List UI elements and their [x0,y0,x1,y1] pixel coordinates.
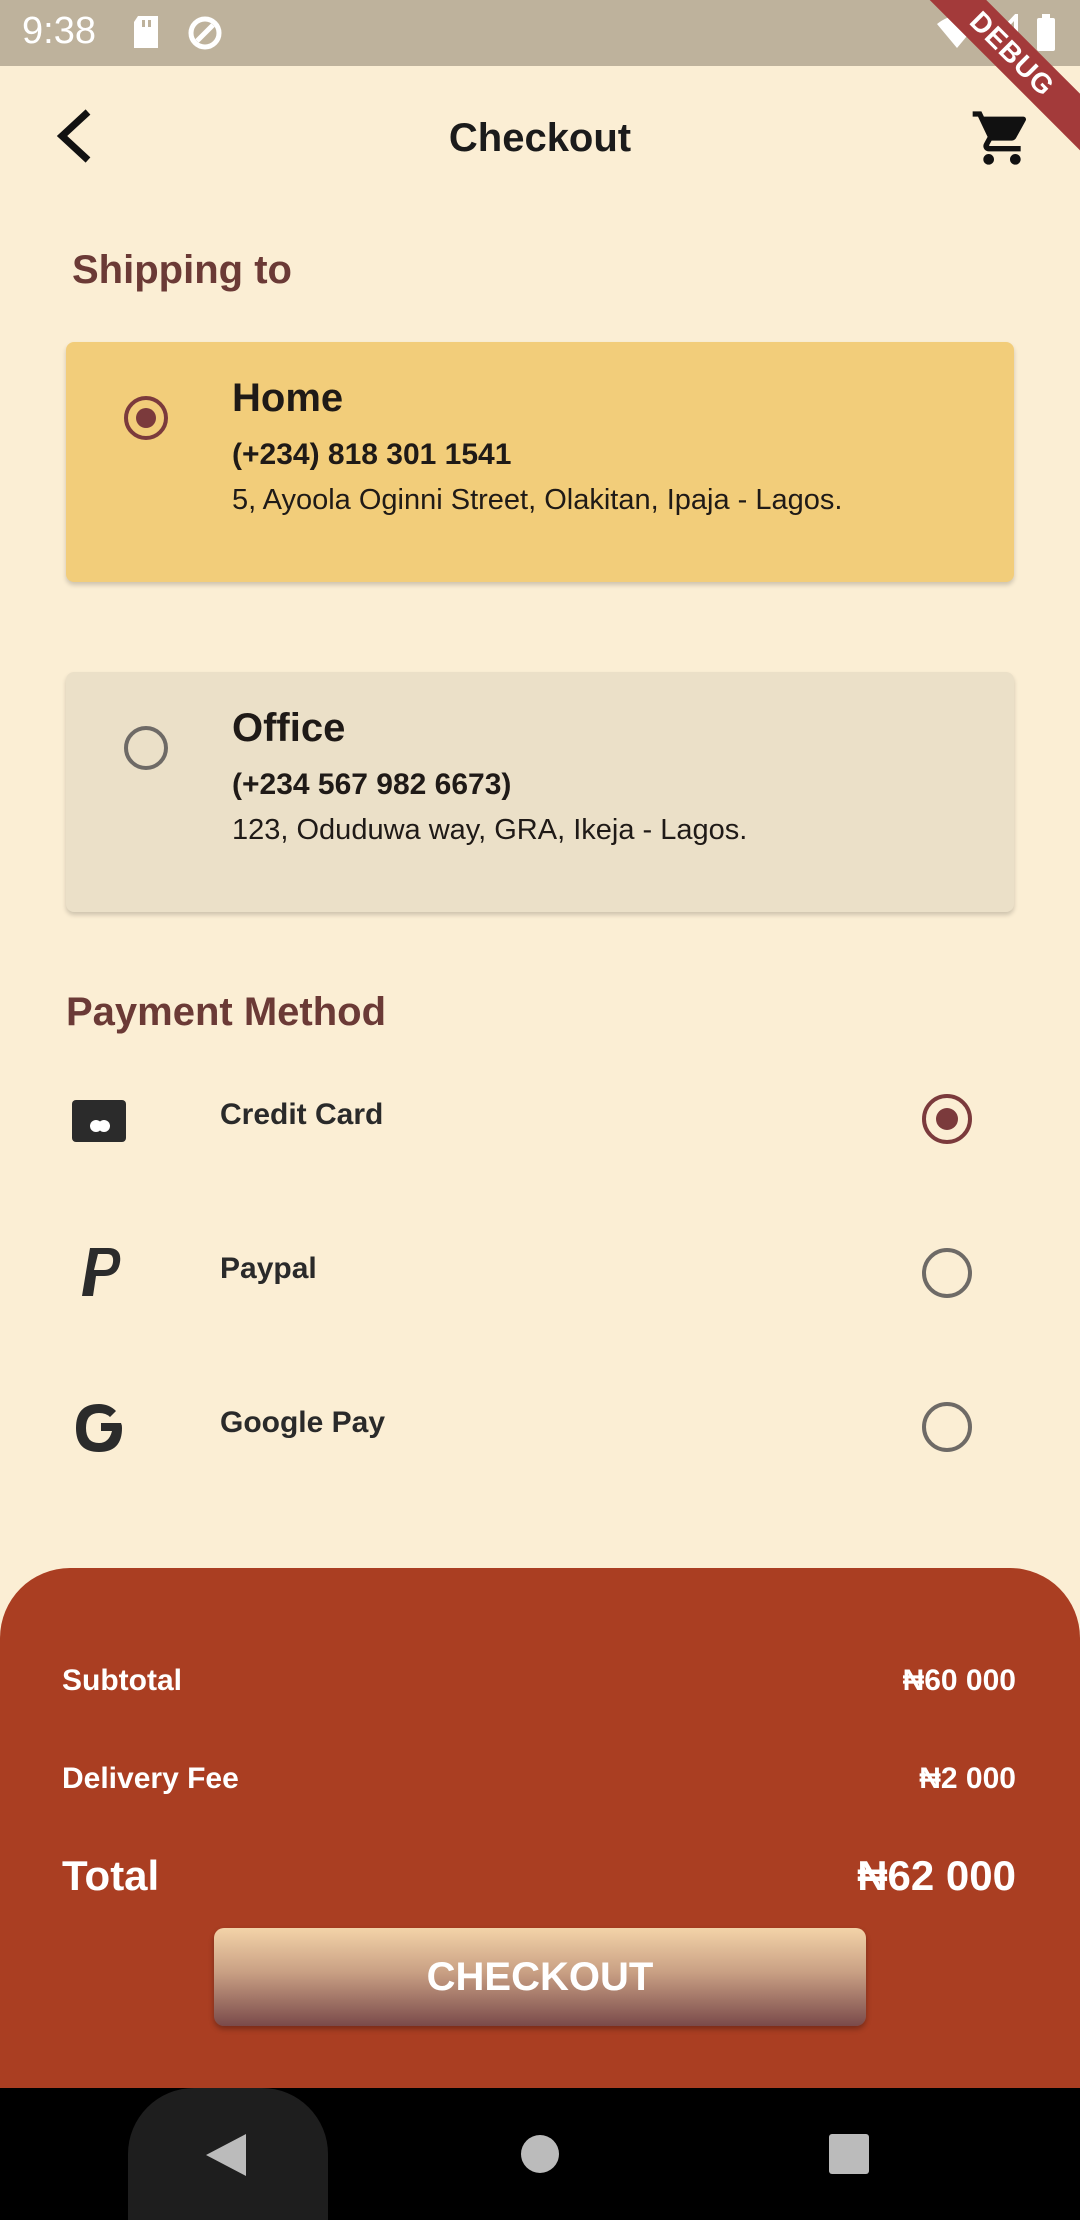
address-phone: (+234 567 982 6673) [232,768,512,801]
payment-label: Credit Card [220,1098,384,1131]
order-summary-panel: Subtotal ₦60 000 Delivery Fee ₦2 000 Tot… [0,1568,1080,2088]
nav-back-icon[interactable] [204,2132,248,2183]
shipping-title: Shipping to [72,248,292,292]
status-time: 9:38 [22,10,96,52]
payment-radio-paypal[interactable] [922,1248,972,1298]
address-line: 5, Ayoola Oginni Street, Olakitan, Ipaja… [232,484,843,516]
address-line: 123, Oduduwa way, GRA, Ikeja - Lagos. [232,814,748,846]
sd-card-icon [130,14,162,55]
address-phone: (+234) 818 301 1541 [232,438,512,471]
paypal-icon [70,1242,130,1302]
app-bar: Checkout [0,66,1080,212]
cart-icon [972,111,1027,165]
address-name: Office [232,706,346,750]
checkout-button[interactable]: CHECKOUT [214,1928,866,2026]
google-icon [70,1396,130,1456]
payment-option-credit-card[interactable]: Credit Card [0,1062,1080,1172]
total-label: Total [62,1852,160,1899]
address-card-home[interactable]: Home (+234) 818 301 1541 5, Ayoola Oginn… [66,342,1014,582]
delivery-fee-value: ₦2 000 [919,1762,1016,1795]
payment-option-paypal[interactable]: Paypal [0,1216,1080,1326]
nav-home-icon[interactable] [520,2134,560,2179]
page-title: Checkout [448,116,632,160]
address-radio-home[interactable] [124,396,168,440]
total-value: ₦62 000 [857,1852,1016,1899]
credit-card-icon [70,1088,130,1148]
address-card-office[interactable]: Office (+234 567 982 6673) 123, Oduduwa … [66,672,1014,912]
nav-recents-icon[interactable] [829,2134,869,2179]
subtotal-label: Subtotal [62,1664,182,1697]
delivery-fee-label: Delivery Fee [62,1762,239,1795]
address-radio-office[interactable] [124,726,168,770]
cart-button[interactable] [970,106,1034,170]
status-bar: 9:38 [0,0,1080,66]
system-nav-bar [0,2088,1080,2220]
payment-label: Paypal [220,1252,317,1285]
payment-radio-google-pay[interactable] [922,1402,972,1452]
subtotal-value: ₦60 000 [902,1664,1016,1697]
payment-title: Payment Method [66,990,387,1034]
address-name: Home [232,376,344,420]
payment-option-google-pay[interactable]: Google Pay [0,1370,1080,1480]
sync-icon [186,14,224,57]
payment-radio-credit-card[interactable] [922,1094,972,1144]
battery-icon [1036,14,1056,57]
payment-label: Google Pay [220,1406,386,1439]
